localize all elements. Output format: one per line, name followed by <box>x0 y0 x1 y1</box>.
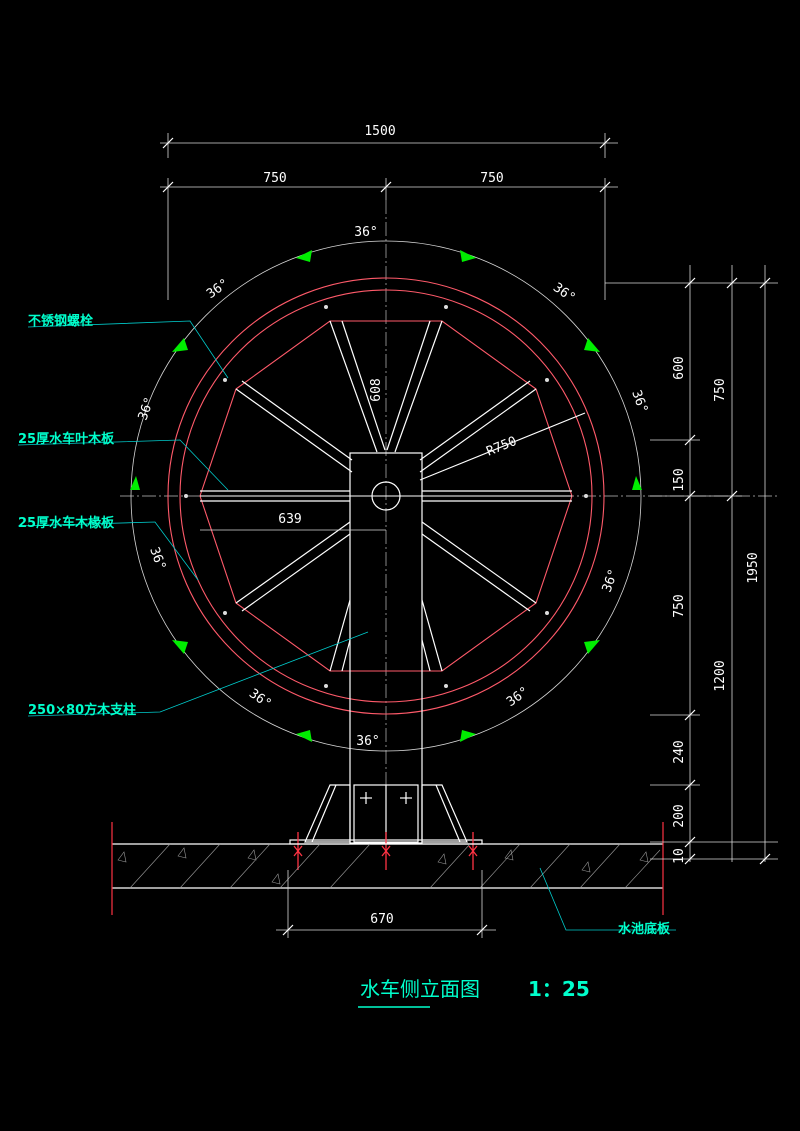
dim-639: 639 <box>278 512 301 527</box>
angle-upper-right: 36° <box>550 280 578 306</box>
right-dimensions: 600 150 750 240 200 10 1200 750 1950 <box>605 265 778 865</box>
dim-1950: 1950 <box>746 552 761 583</box>
angle-lower-left: 36° <box>246 686 274 712</box>
top-dimensions: 1500 750 750 <box>160 124 618 300</box>
angle-bottom: 36° <box>356 734 379 749</box>
label-bolt: 不锈钢螺栓 <box>28 313 93 329</box>
inner-dimensions: 608 R750 639 <box>200 378 586 531</box>
dim-750-lower: 750 <box>672 594 687 617</box>
dim-200: 200 <box>672 804 687 827</box>
dim-750-upper: 750 <box>713 378 728 401</box>
bottom-dimension: 670 <box>276 870 496 938</box>
dim-r750: R750 <box>484 434 519 460</box>
dim-150: 150 <box>672 468 687 491</box>
angle-right-upper: 36° <box>628 388 650 415</box>
title-scale: 1：25 <box>528 977 590 1001</box>
title-text: 水车侧立面图 <box>360 977 480 1001</box>
label-rafter-board: 25厚水车木椽板 <box>18 515 115 531</box>
angle-left-lower: 36° <box>146 545 168 572</box>
dim-600: 600 <box>672 356 687 379</box>
dim-750-left: 750 <box>263 171 286 186</box>
pool-floor-slab <box>111 822 664 915</box>
angle-labels: 36° 36° 36° 36° 36° 36° 36° 36° 36° 36° <box>136 225 651 749</box>
angle-left-upper: 36° <box>136 395 158 422</box>
dim-608: 608 <box>369 378 384 401</box>
dim-670: 670 <box>370 912 393 927</box>
dim-10: 10 <box>672 848 687 864</box>
dim-1500: 1500 <box>364 124 395 139</box>
drawing-title: 水车侧立面图 1：25 <box>358 977 590 1008</box>
elevation-drawing: 1500 750 750 670 600 150 750 240 200 10 … <box>17 124 780 1008</box>
dim-240: 240 <box>672 740 687 763</box>
anchor-bolts <box>293 832 478 870</box>
dim-750-right: 750 <box>480 171 503 186</box>
label-pool-floor: 水池底板 <box>618 921 671 937</box>
dim-1200: 1200 <box>713 660 728 691</box>
angle-top: 36° <box>354 225 377 240</box>
label-post: 250×80方木支柱 <box>28 702 136 718</box>
angle-right-lower: 36° <box>600 567 622 594</box>
angle-upper-left: 36° <box>204 276 232 302</box>
label-blade-board: 25厚水车叶木板 <box>18 431 115 447</box>
angle-lower-right: 36° <box>504 684 532 710</box>
